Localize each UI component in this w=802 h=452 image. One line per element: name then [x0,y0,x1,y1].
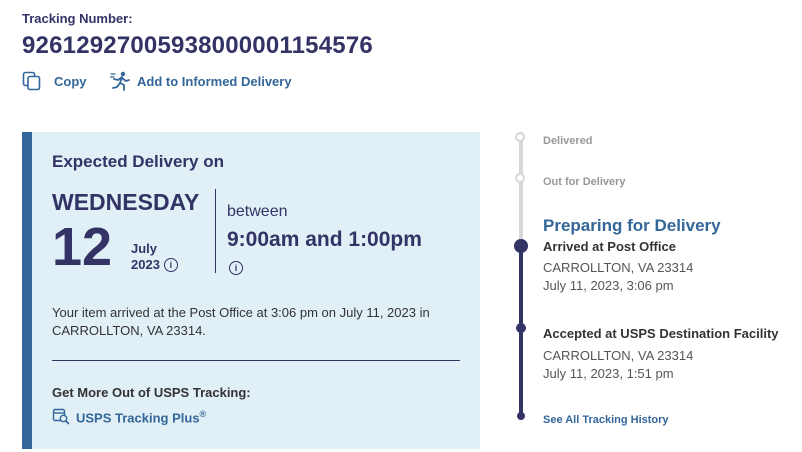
card-divider [52,360,460,361]
registered-mark: ® [199,409,207,420]
timeline-future-line [519,132,523,242]
timeline-delivered: Delivered [543,135,593,147]
timeline-dot-event [516,323,526,333]
between-label: between [227,203,288,220]
running-person-icon [110,71,131,91]
delivery-month: July [131,241,158,256]
status-description: Your item arrived at the Post Office at … [52,305,430,338]
timeline-out-for-delivery: Out for Delivery [543,176,626,188]
delivery-time-window: 9:00am and 1:00pm [227,228,422,251]
delivery-year: 2023 [131,257,160,272]
delivery-day-name: WEDNESDAY [52,189,200,215]
see-all-tracking-history-link[interactable]: See All Tracking History [543,414,669,426]
copy-label: Copy [54,73,87,89]
info-icon[interactable]: i [229,261,243,275]
expected-delivery-title: Expected Delivery on [52,152,224,171]
timeline-event-title: Accepted at USPS Destination Facility [543,326,779,341]
card-accent-bar [22,132,32,449]
timeline-event-location: CARROLLTON, VA 23314 [543,260,694,275]
copy-icon [22,71,42,91]
add-to-informed-delivery-button[interactable]: Add to Informed Delivery [110,71,292,91]
timeline-event-location: CARROLLTON, VA 23314 [543,348,694,363]
more-tracking-title: Get More Out of USPS Tracking: [52,385,251,400]
timeline-dot-current [514,239,528,253]
expected-delivery-card: Expected Delivery on WEDNESDAY 12 July 2… [22,132,480,449]
info-icon[interactable]: i [163,257,178,272]
timeline-dot-delivered [515,132,525,142]
copy-button[interactable]: Copy [22,71,87,91]
tracking-number-label: Tracking Number: [22,11,133,26]
timeline-event-title: Arrived at Post Office [543,239,676,254]
delivery-year-row: 2023 i [131,257,178,272]
timeline-current-status: Preparing for Delivery [543,216,721,235]
timeline-event-datetime: July 11, 2023, 1:51 pm [543,366,674,381]
tracking-calendar-icon [52,407,70,428]
date-divider [215,189,216,273]
timeline-event-datetime: July 11, 2023, 3:06 pm [543,278,674,293]
timeline-dot-history [517,412,525,420]
informed-delivery-label: Add to Informed Delivery [137,73,292,89]
tracking-number: 9261292700593800000115457​6 [22,32,373,59]
delivery-day-number: 12 [52,217,113,277]
time-window-info[interactable]: i [229,258,243,276]
tracking-plus-label: USPS Tracking Plus [76,410,200,426]
usps-tracking-plus-link[interactable]: USPS Tracking Plus® [52,407,206,428]
timeline-dot-out-for-delivery [515,173,525,183]
